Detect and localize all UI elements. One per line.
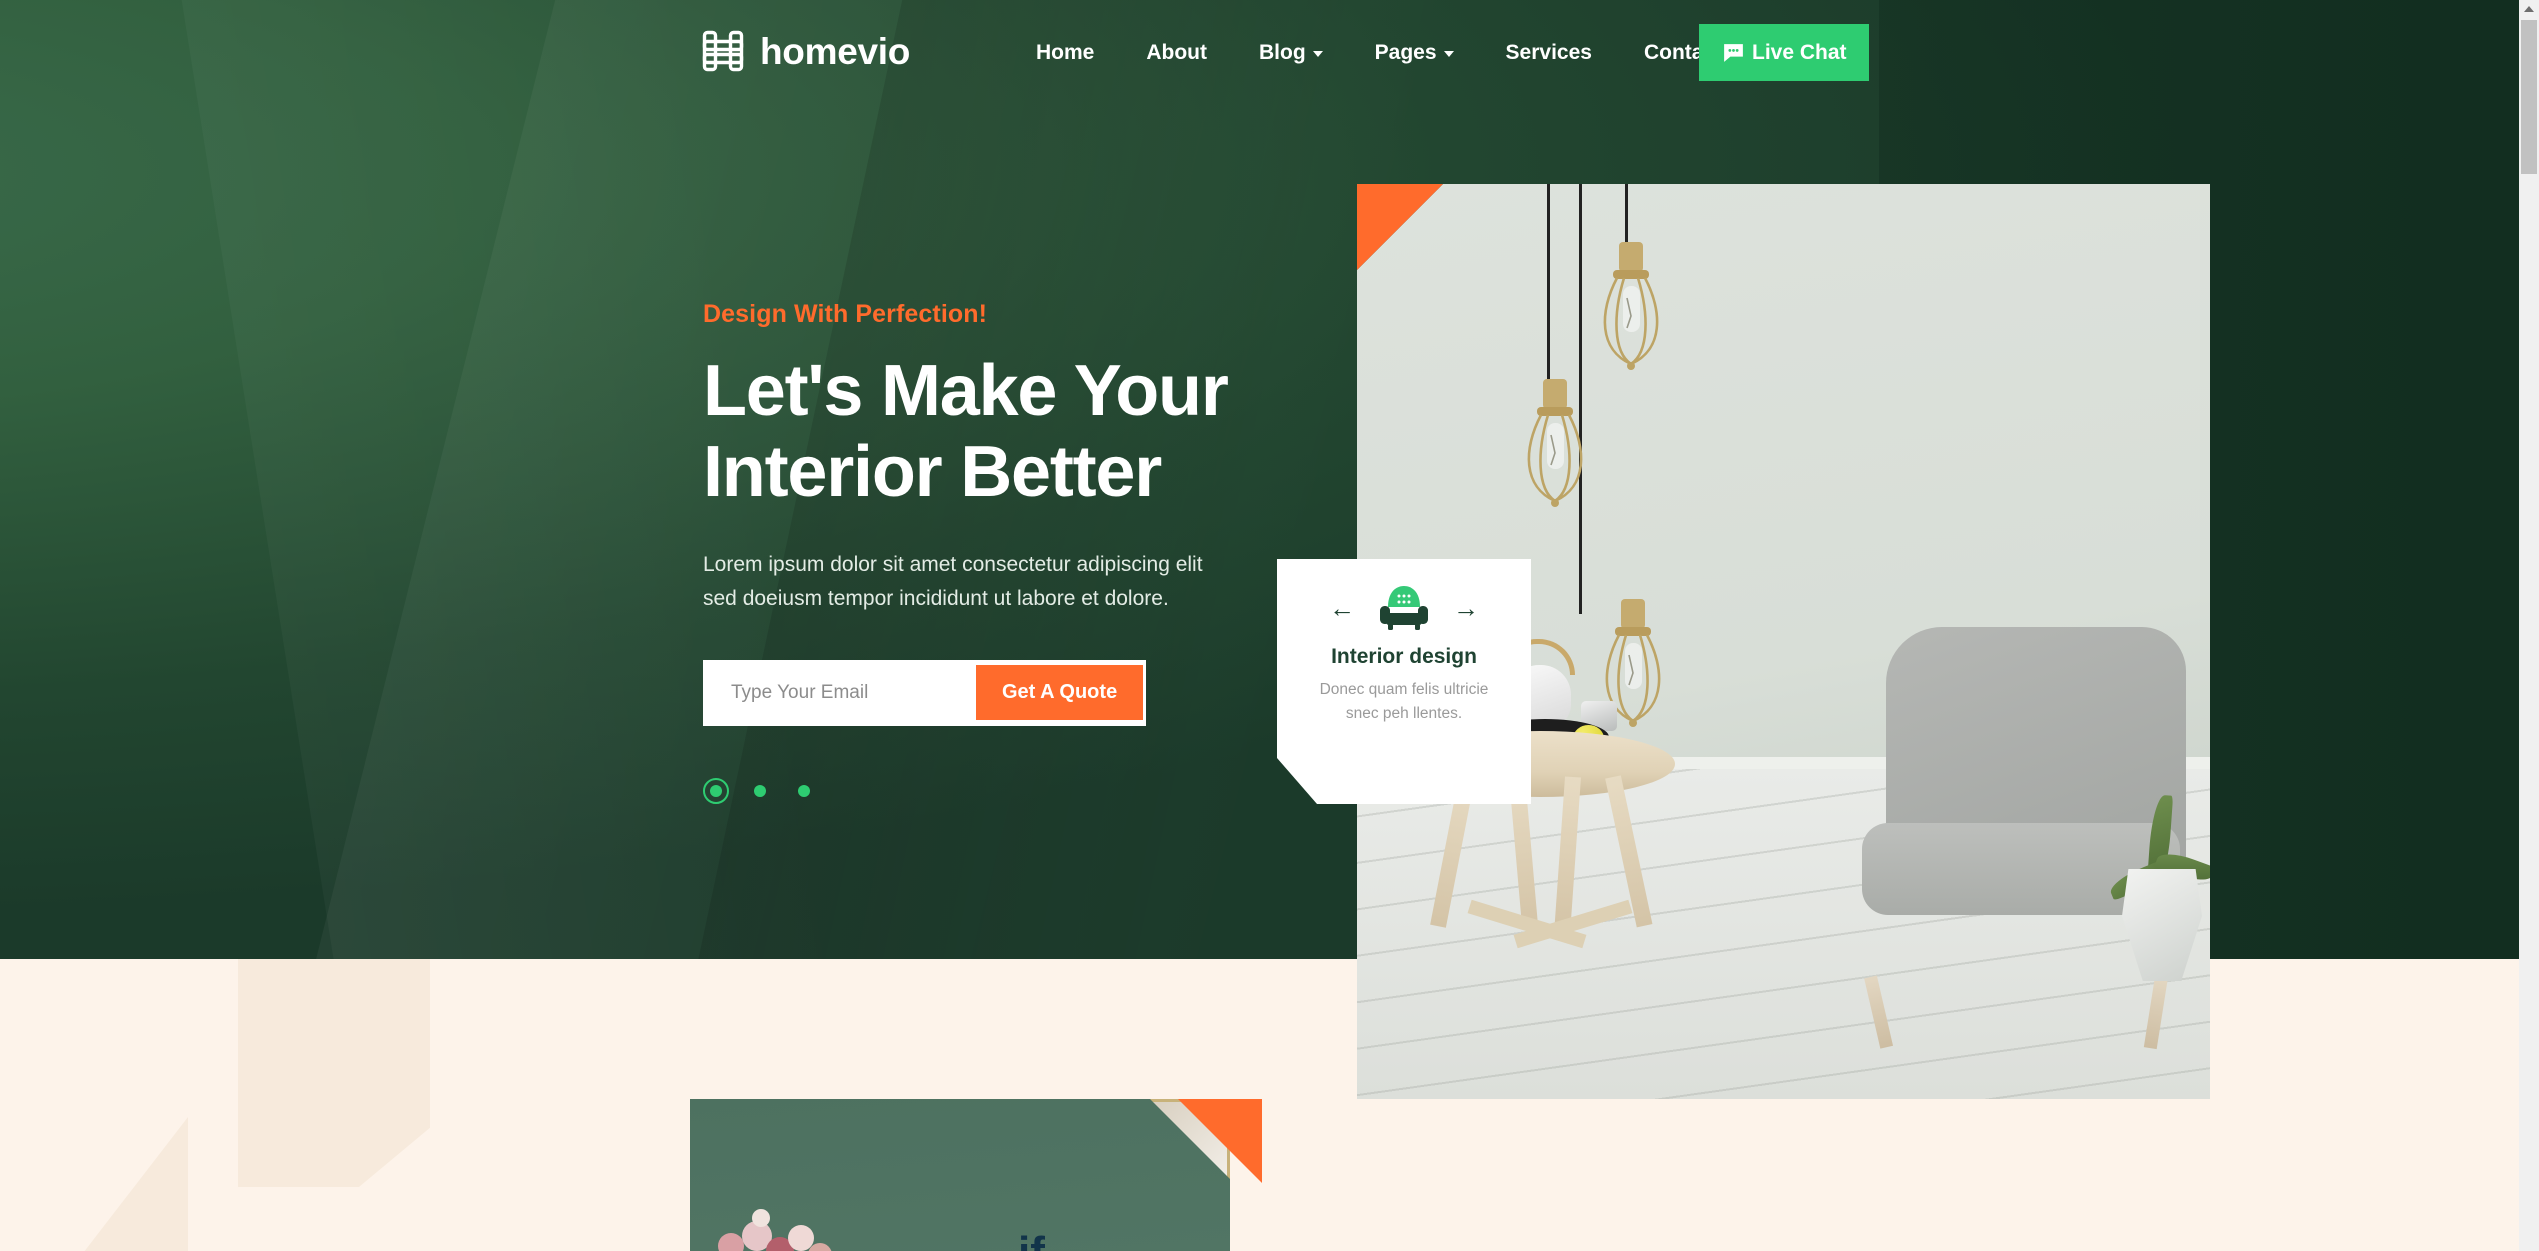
chat-bubble-icon xyxy=(1724,44,1743,62)
sofa-icon xyxy=(1375,583,1433,633)
subscribe-form: Get A Quote xyxy=(703,659,1146,726)
nav-item-blog[interactable]: Blog xyxy=(1233,41,1349,65)
scrollbar-thumb[interactable] xyxy=(2521,20,2537,174)
decorative-pentagon xyxy=(238,959,430,1187)
hero-title-line-1: Let's Make Your xyxy=(703,351,1229,431)
prev-arrow-icon[interactable]: ← xyxy=(1325,591,1359,625)
nav-item-label: Pages xyxy=(1374,40,1437,64)
nav-item-services[interactable]: Services xyxy=(1480,41,1618,65)
homevio-hash-mark-icon xyxy=(702,30,744,72)
get-a-quote-button[interactable]: Get A Quote xyxy=(976,665,1144,721)
email-input[interactable] xyxy=(731,659,976,726)
hero-copy: Design With Perfection! Let's Make Your … xyxy=(703,300,1323,804)
nav-item-label: About xyxy=(1146,40,1208,64)
carousel-dots xyxy=(703,777,1323,804)
brand-logo[interactable]: homevio xyxy=(700,28,910,74)
feature-card-description: Donec quam felis ultricie snec peh llent… xyxy=(1319,681,1489,723)
page-title: Let's Make Your Interior Better xyxy=(703,351,1323,514)
potted-plant xyxy=(2104,771,2210,981)
pendant-lamp-icon xyxy=(1527,379,1583,507)
lower-image xyxy=(690,1099,1230,1251)
lower-heading: if xyxy=(1018,1228,1045,1251)
next-arrow-icon[interactable]: → xyxy=(1449,591,1483,625)
chevron-down-icon xyxy=(1443,51,1454,57)
feature-card-title: Interior design xyxy=(1331,645,1477,668)
nav-item-label: Blog xyxy=(1259,40,1306,64)
nav-item-pages[interactable]: Pages xyxy=(1349,41,1480,65)
nav-item-label: Home xyxy=(1036,40,1095,64)
scroll-up-arrow-icon[interactable] xyxy=(2519,0,2539,18)
live-chat-label: Live Chat xyxy=(1752,40,1847,64)
scrollbar[interactable] xyxy=(2519,0,2539,1251)
feature-card-controls: ← → xyxy=(1325,583,1483,633)
chevron-down-icon xyxy=(1312,51,1323,57)
carousel-dot-1[interactable] xyxy=(703,777,729,804)
nav-item-home[interactable]: Home xyxy=(1010,41,1120,65)
carousel-dot-3[interactable] xyxy=(791,778,817,804)
nav-item-label: Services xyxy=(1505,40,1592,64)
pendant-lamp-icon xyxy=(1603,242,1659,370)
page-root: homevio Home About Blog Pages Services C… xyxy=(0,0,2539,1251)
decorative-triangle xyxy=(80,1117,188,1251)
feature-card: ← → Interior design Donec quam felis ult… xyxy=(1277,559,1531,804)
carousel-dot-2[interactable] xyxy=(747,778,773,804)
hero-title-line-2: Interior Better xyxy=(703,432,1162,513)
hero-eyebrow: Design With Perfection! xyxy=(703,300,988,328)
navbar: homevio Home About Blog Pages Services C… xyxy=(0,0,2519,105)
flower-bouquet xyxy=(708,1181,898,1251)
live-chat-button[interactable]: Live Chat xyxy=(1699,24,1869,81)
hero-subtitle: Lorem ipsum dolor sit amet consectetur a… xyxy=(703,552,1203,610)
brand-name: homevio xyxy=(760,30,911,72)
nav-item-about[interactable]: About xyxy=(1120,41,1233,65)
